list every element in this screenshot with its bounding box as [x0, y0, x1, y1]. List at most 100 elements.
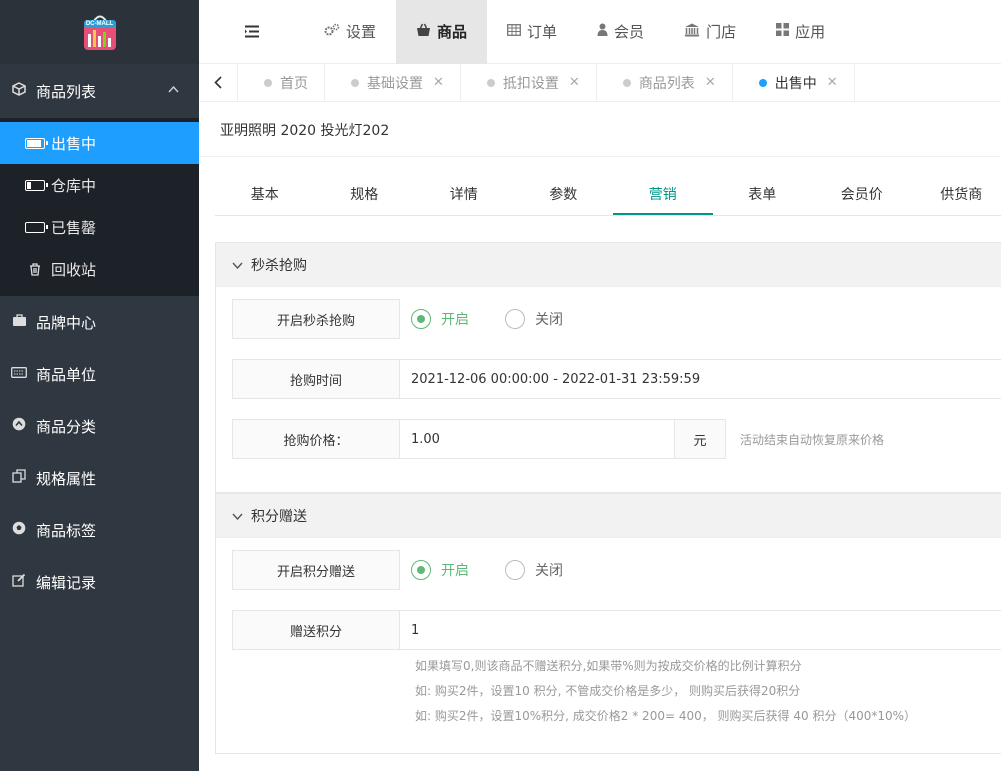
tab-product-list[interactable]: 商品列表 ✕: [597, 64, 733, 101]
radio-unchecked-icon: [505, 560, 525, 580]
radio-enable[interactable]: 开启: [411, 309, 469, 329]
radio-checked-icon: [411, 560, 431, 580]
nav-label: 应用: [795, 23, 826, 41]
subtab-supplier[interactable]: 供货商: [912, 175, 1001, 215]
subtab-marketing[interactable]: 营销: [613, 175, 713, 215]
tab-dot: [486, 78, 495, 87]
tab-home[interactable]: 首页: [238, 64, 325, 101]
edit-icon: [10, 573, 28, 591]
subtab-params[interactable]: 参数: [514, 175, 614, 215]
nav-orders[interactable]: 订单: [487, 0, 577, 64]
flash-sale-header[interactable]: 秒杀抢购: [216, 243, 1001, 287]
radio-disable[interactable]: 关闭: [505, 309, 563, 329]
nav-label: 设置: [346, 23, 377, 41]
panel-title: 秒杀抢购: [251, 257, 307, 274]
tab-label: 出售中: [774, 75, 817, 92]
tab-label: 基础设置: [367, 75, 423, 92]
subtab-basic[interactable]: 基本: [215, 175, 315, 215]
sidebar-item-product-category[interactable]: 商品分类: [0, 400, 199, 452]
menu-toggle-icon[interactable]: [199, 0, 304, 64]
product-title: 亚明照明 2020 投光灯202: [199, 103, 1001, 157]
points-input[interactable]: 1: [400, 610, 1001, 650]
sidebar-group-product-list[interactable]: 商品列表: [0, 64, 199, 118]
tab-basic-settings[interactable]: 基础设置 ✕: [325, 64, 461, 101]
field-label: 开启积分赠送: [232, 550, 400, 590]
sidebar-item-label: 品牌中心: [36, 313, 97, 332]
nav-label: 门店: [706, 23, 737, 41]
points-help-line: 如果填写0,则该商品不赠送积分,如果带%则为按成交价格的比例计算积分: [415, 659, 802, 673]
tab-label: 抵扣设置: [502, 75, 559, 92]
field-label: 赠送积分: [232, 610, 400, 650]
radio-label: 关闭: [535, 563, 563, 579]
nav-stores[interactable]: 门店: [664, 0, 756, 64]
radio-label: 开启: [441, 563, 469, 579]
close-icon[interactable]: ✕: [569, 75, 580, 90]
nav-settings[interactable]: 设置: [304, 0, 396, 64]
tab-dot: [264, 78, 272, 87]
radio-enable[interactable]: 开启: [411, 560, 469, 580]
flash-sale-panel: 秒杀抢购 开启秒杀抢购 开启 关闭 抢购时间 2021-12-06 00:00:…: [215, 242, 1001, 493]
close-icon[interactable]: ✕: [433, 75, 444, 90]
bank-icon: [684, 23, 700, 41]
tab-on-sale[interactable]: 出售中 ✕: [733, 64, 855, 101]
sidebar-item-label: 商品分类: [36, 417, 97, 436]
points-enable-row: 开启积分赠送 开启 关闭: [232, 550, 1001, 590]
radio-disable[interactable]: 关闭: [505, 560, 563, 580]
sidebar-item-label: 仓库中: [51, 176, 97, 195]
flash-sale-time-input[interactable]: 2021-12-06 00:00:00 - 2022-01-31 23:59:5…: [400, 359, 1001, 399]
chevron-down-icon: [232, 258, 243, 272]
sidebar-item-label: 出售中: [51, 134, 97, 153]
price-unit: 元: [675, 419, 726, 459]
close-icon[interactable]: ✕: [705, 75, 716, 90]
price-note: 活动结束自动恢复原来价格: [740, 432, 885, 447]
sidebar-item-label: 回收站: [51, 260, 97, 279]
nav-products[interactable]: 商品: [396, 0, 488, 64]
sidebar-item-spec-attributes[interactable]: 规格属性: [0, 452, 199, 504]
tab-dot: [351, 78, 359, 87]
subtab-specs[interactable]: 规格: [315, 175, 415, 215]
points-header[interactable]: 积分赠送: [216, 494, 1001, 538]
sidebar-group-label: 商品列表: [36, 82, 97, 101]
sidebar-item-warehouse[interactable]: 仓库中: [0, 164, 199, 206]
subtab-form[interactable]: 表单: [713, 175, 813, 215]
field-label: 抢购时间: [232, 359, 400, 399]
sidebar-item-product-unit[interactable]: 商品单位: [0, 348, 199, 400]
sidebar-item-recycle-bin[interactable]: 回收站: [0, 248, 199, 290]
flash-sale-price-input[interactable]: 1.00: [400, 419, 675, 459]
gears-icon: [324, 23, 340, 40]
field-label: 抢购价格：: [232, 419, 400, 459]
nav-apps[interactable]: 应用: [756, 0, 845, 64]
sidebar: DC-MALL 商品列表 出售中 仓库中 已售罄 回收站 品牌中心 商品单位 商…: [0, 0, 199, 771]
sidebar-item-on-sale[interactable]: 出售中: [0, 122, 199, 164]
trash-icon: [25, 262, 45, 276]
points-help-line: 如: 购买2件，设置10 积分, 不管成交价格是多少， 则购买后获得20积分: [415, 684, 801, 698]
logo-text: DC-MALL: [85, 21, 114, 27]
sidebar-item-edit-log[interactable]: 编辑记录: [0, 556, 199, 608]
grid-icon: [776, 23, 790, 40]
tab-dot: [622, 78, 631, 87]
nav-label: 商品: [437, 23, 468, 41]
nav-members[interactable]: 会员: [577, 0, 664, 64]
nav-label: 会员: [614, 23, 645, 41]
tab-deduction-settings[interactable]: 抵扣设置 ✕: [461, 64, 597, 101]
chevron-up-icon: [168, 82, 179, 96]
sidebar-item-label: 商品标签: [36, 521, 97, 540]
sidebar-item-label: 规格属性: [36, 469, 97, 488]
tab-dot: [758, 78, 767, 87]
points-panel: 积分赠送 开启积分赠送 开启 关闭 赠送积分 1 如果填写0,则该商品不赠送积分…: [215, 493, 1001, 754]
field-label: 开启秒杀抢购: [232, 299, 400, 339]
subtab-member-price[interactable]: 会员价: [812, 175, 912, 215]
main-content: 亚明照明 2020 投光灯202 基本 规格 详情 参数 营销 表单 会员价 供…: [199, 103, 1001, 771]
sidebar-item-product-tags[interactable]: 商品标签: [0, 504, 199, 556]
subtab-details[interactable]: 详情: [414, 175, 514, 215]
radio-group: 开启 关闭: [400, 299, 599, 339]
close-icon[interactable]: ✕: [827, 75, 838, 90]
sidebar-item-brand-center[interactable]: 品牌中心: [0, 296, 199, 348]
briefcase-icon: [10, 313, 28, 331]
bag-icon: [416, 23, 431, 41]
logo[interactable]: DC-MALL: [80, 12, 120, 52]
sidebar-submenu: 出售中 仓库中 已售罄 回收站: [0, 118, 199, 296]
flash-sale-price-row: 抢购价格： 1.00 元 活动结束自动恢复原来价格: [232, 419, 1001, 459]
tab-scroll-left-icon[interactable]: [199, 64, 238, 101]
sidebar-item-sold-out[interactable]: 已售罄: [0, 206, 199, 248]
